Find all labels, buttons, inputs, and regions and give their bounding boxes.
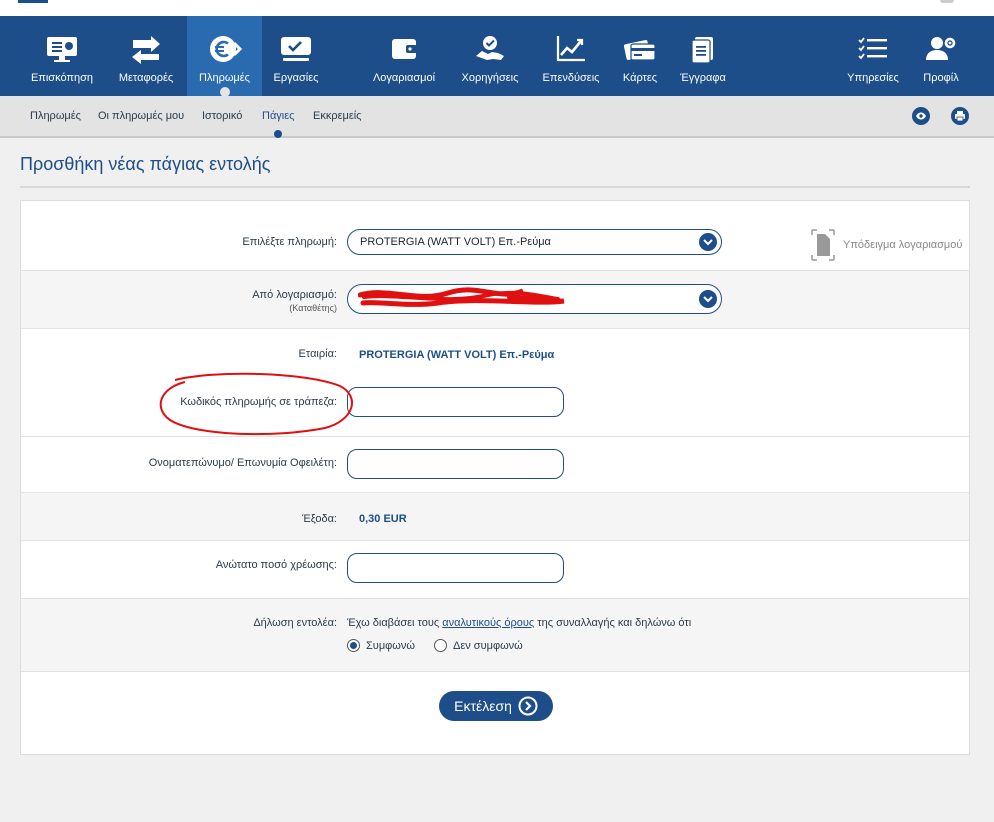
agree-radio-label: Συμφωνώ [366, 639, 415, 652]
debtor-name-label: Ονοματεπώνυμο/ Επωνυμία Οφειλέτη: [148, 457, 337, 469]
print-icon [955, 111, 965, 122]
main-navigation: Επισκόπηση Μεταφορές Πληρωμές Εργασίες Λ… [0, 16, 994, 97]
max-amount-row: Ανώτατο ποσό χρέωσης: [21, 541, 969, 599]
declaration-label: Δήλωση εντολέα: [253, 617, 337, 629]
chevron-down-icon [699, 233, 717, 251]
nav-item-label: Χορηγήσεις [461, 72, 519, 84]
nav-item-accounts[interactable]: Λογαριασμοί [367, 16, 441, 96]
transfers-icon [129, 34, 163, 64]
eye-icon [916, 112, 926, 120]
debtor-name-row: Ονοματεπώνυμο/ Επωνυμία Οφειλέτη: [21, 437, 969, 493]
loans-handshake-icon [473, 34, 507, 64]
nav-item-profile[interactable]: Προφίλ [912, 16, 970, 96]
account-sublabel: (Καταθέτης) [289, 303, 337, 313]
payments-euro-icon [208, 34, 242, 64]
disagree-radio[interactable]: Δεν συμφωνώ [434, 639, 523, 652]
documents-icon [686, 34, 720, 64]
subnav-history[interactable]: Ιστορικό [202, 110, 242, 122]
nav-item-tasks[interactable]: Εργασίες [264, 16, 328, 96]
disagree-radio-label: Δεν συμφωνώ [453, 639, 523, 652]
redaction-scribble [358, 287, 565, 307]
payment-select-row: Επιλέξτε πληρωμή: PROTERGIA (WATT VOLT) … [21, 201, 969, 271]
payment-code-input[interactable] [347, 387, 564, 417]
nav-item-loans[interactable]: Χορηγήσεις [456, 16, 524, 96]
fees-row: Έξοδα: 0,30 EUR [21, 493, 969, 541]
payment-select[interactable]: PROTERGIA (WATT VOLT) Επ.-Ρεύμα [347, 229, 722, 255]
company-value: PROTERGIA (WATT VOLT) Επ.-Ρεύμα [359, 349, 555, 361]
nav-item-label: Κάρτες [622, 72, 658, 84]
annotation-ellipse [159, 372, 353, 436]
top-strip [0, 0, 994, 16]
payment-select-label: Επιλέξτε πληρωμή: [242, 236, 337, 248]
execute-button[interactable]: Εκτέλεση [439, 691, 553, 721]
nav-item-label: Επενδύσεις [542, 72, 600, 84]
top-logo-fragment [18, 0, 48, 3]
print-button[interactable] [951, 107, 969, 125]
wallet-icon [387, 34, 421, 64]
nav-item-label: Μεταφορές [118, 72, 174, 84]
nav-item-services[interactable]: Υπηρεσίες [840, 16, 906, 96]
declaration-text-end: της συναλλαγής και δηλώνω ότι [534, 617, 692, 629]
account-label-text: Από λογαριασμό: [252, 289, 337, 301]
chevron-down-icon [699, 290, 717, 308]
nav-item-transfers[interactable]: Μεταφορές [112, 16, 180, 96]
nav-item-label: Υπηρεσίες [847, 72, 899, 84]
company-label: Εταιρία: [298, 348, 337, 360]
agree-radio[interactable]: Συμφωνώ [347, 639, 415, 652]
declaration-text: Έχω διαβάσει τους αναλυτικούς όρους της … [347, 617, 691, 629]
chevron-right-circle-icon [518, 696, 538, 716]
subnav-pending[interactable]: Εκκρεμείς [313, 110, 362, 122]
nav-item-cards[interactable]: Κάρτες [618, 16, 662, 96]
nav-item-label: Επισκόπηση [30, 72, 94, 84]
nav-item-payments[interactable]: Πληρωμές [187, 16, 262, 97]
nav-item-label: Πληρωμές [199, 72, 250, 84]
nav-item-label: Έγγραφα [680, 72, 726, 84]
account-sample-label: Υπόδειγμα λογαριασμού [843, 239, 963, 251]
title-divider [20, 186, 970, 188]
nav-item-overview[interactable]: Επισκόπηση [28, 16, 96, 96]
tasks-icon [279, 34, 313, 64]
services-list-icon [856, 34, 890, 64]
payment-select-value: PROTERGIA (WATT VOLT) Επ.-Ρεύμα [360, 236, 551, 248]
terms-link[interactable]: αναλυτικούς όρους [442, 617, 534, 629]
view-button[interactable] [912, 107, 930, 125]
top-avatar-fragment [940, 0, 954, 3]
radio-unselected-indicator [434, 639, 447, 652]
page-title: Προσθήκη νέας πάγιας εντολής [20, 154, 271, 174]
max-amount-label: Ανώτατο ποσό χρέωσης: [215, 559, 337, 571]
nav-item-documents[interactable]: Έγγραφα [673, 16, 733, 96]
nav-item-investments[interactable]: Επενδύσεις [538, 16, 604, 96]
profile-gear-icon [924, 34, 958, 64]
account-sample-link[interactable]: Υπόδειγμα λογαριασμού [811, 229, 962, 261]
declaration-row: Δήλωση εντολέα: Έχω διαβάσει τους αναλυτ… [21, 599, 969, 672]
subnav-my-payments[interactable]: Οι πληρωμές μου [98, 110, 184, 122]
execute-button-label: Εκτέλεση [454, 698, 512, 714]
subnav-standing-orders[interactable]: Πάγιες [262, 110, 294, 138]
nav-item-label: Λογαριασμοί [372, 72, 436, 84]
investments-chart-icon [554, 34, 588, 64]
overview-icon [45, 34, 79, 64]
nav-item-label: Προφίλ [923, 72, 959, 84]
declaration-text-start: Έχω διαβάσει τους [347, 617, 443, 629]
account-select-label: Από λογαριασμό: (Καταθέτης) [252, 289, 337, 313]
sub-navigation: Πληρωμές Οι πληρωμές μου Ιστορικό Πάγιες… [0, 96, 994, 138]
fees-value: 0,30 EUR [359, 513, 407, 525]
radio-selected-indicator [347, 639, 360, 652]
cards-icon [623, 34, 657, 64]
nav-item-label: Εργασίες [273, 72, 319, 84]
fees-label: Έξοδα: [302, 513, 337, 525]
document-sample-icon [811, 229, 835, 261]
max-amount-input[interactable] [347, 553, 564, 583]
subnav-payments[interactable]: Πληρωμές [30, 110, 81, 122]
debtor-name-input[interactable] [347, 449, 564, 479]
